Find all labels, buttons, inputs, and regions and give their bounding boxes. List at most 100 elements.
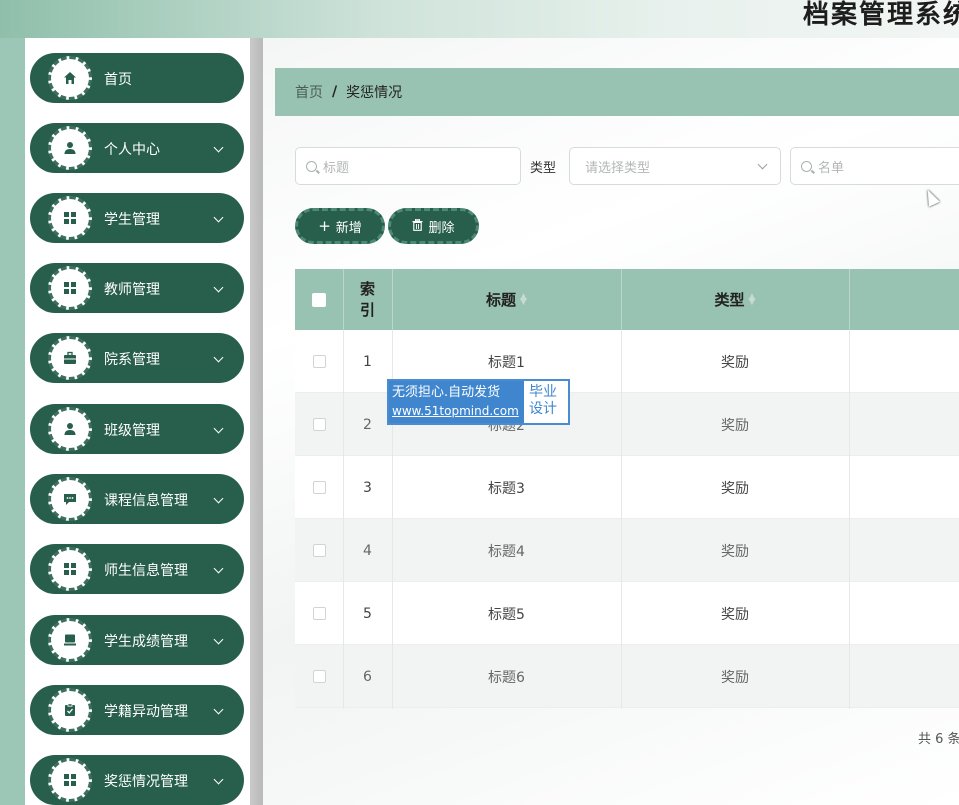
sidebar-item-label: 学籍异动管理 <box>104 704 188 720</box>
sidebar-item-label: 个人中心 <box>104 142 160 158</box>
sidebar-item-grades[interactable]: 学生成绩管理 <box>30 615 244 665</box>
briefcase-icon <box>48 336 92 380</box>
sidebar-item-label: 奖惩情况管理 <box>104 774 188 790</box>
title-placeholder: 标题 <box>323 160 350 176</box>
type-placeholder: 请选择类型 <box>585 160 651 176</box>
breadcrumb: 首页 / 奖惩情况 <box>275 68 959 116</box>
delete-button-label: 删除 <box>428 220 455 236</box>
type-select[interactable]: 请选择类型 <box>569 147 781 185</box>
sidebar-item-courses[interactable]: 课程信息管理 <box>30 474 244 524</box>
sidebar-accent <box>0 38 25 805</box>
watermark-line2: www.51topmind.com <box>392 404 519 418</box>
watermark-right1: 毕业 <box>529 384 557 400</box>
monitor-icon <box>48 618 92 662</box>
pagination-total: 共 6 条 <box>918 732 959 747</box>
sidebar-divider <box>250 38 263 805</box>
search-icon <box>801 160 812 172</box>
cell-title: 标题4 <box>488 543 525 560</box>
type-filter-label: 类型 <box>530 161 557 176</box>
sort-icon[interactable]: ▲ ▼ <box>749 292 756 306</box>
cell-title: 标题3 <box>488 480 525 497</box>
clipboard-icon <box>48 688 92 732</box>
cell-type: 奖励 <box>721 480 749 497</box>
header-index: 索引 <box>359 279 375 319</box>
title-search-input[interactable]: 标题 <box>295 147 521 185</box>
cell-title: 标题1 <box>488 354 525 371</box>
grid-icon <box>48 758 92 802</box>
breadcrumb-home[interactable]: 首页 <box>295 82 323 102</box>
table-header: 索引 标题 ▲▼ 类型 ▲▼ 名单 <box>295 269 959 330</box>
sidebar-item-teacher-student[interactable]: 师生信息管理 <box>30 544 244 594</box>
chevron-down-icon <box>213 352 224 363</box>
cell-type: 奖励 <box>721 417 749 434</box>
table-row[interactable]: 3 标题3 奖励 名 <box>295 456 959 519</box>
sidebar-item-students[interactable]: 学生管理 <box>30 193 244 243</box>
cell-index: 4 <box>363 542 372 559</box>
sidebar-item-label: 学生成绩管理 <box>104 634 188 650</box>
column-divider <box>621 330 622 709</box>
row-checkbox[interactable] <box>312 670 326 683</box>
column-divider <box>343 330 344 709</box>
breadcrumb-separator: / <box>332 84 338 100</box>
sidebar-item-profile[interactable]: 个人中心 <box>30 123 244 173</box>
app-title: 档案管理系统 <box>802 0 959 30</box>
row-checkbox[interactable] <box>312 355 326 368</box>
plus-icon: + <box>318 217 331 235</box>
sidebar-item-label: 班级管理 <box>104 423 160 439</box>
sidebar-item-teachers[interactable]: 教师管理 <box>30 263 244 313</box>
select-all-cell[interactable] <box>295 269 343 330</box>
cell-index: 5 <box>363 605 372 622</box>
select-all-checkbox[interactable] <box>312 292 326 307</box>
user-icon <box>48 407 92 451</box>
sidebar-item-label: 课程信息管理 <box>104 493 188 509</box>
chevron-down-icon <box>213 634 224 645</box>
chevron-down-icon <box>213 282 224 293</box>
table-row[interactable]: 6 标题6 奖励 名 <box>295 645 959 708</box>
grid-icon <box>48 196 92 240</box>
sidebar-item-label: 首页 <box>104 72 132 88</box>
add-button[interactable]: + 新增 <box>295 208 385 244</box>
cell-title: 标题6 <box>488 669 525 686</box>
trash-icon <box>412 217 423 235</box>
chevron-down-icon <box>213 142 224 153</box>
sidebar-item-rewards[interactable]: 奖惩情况管理 <box>30 755 244 805</box>
sort-icon[interactable]: ▲ ▼ <box>520 292 527 306</box>
sidebar: 首页 个人中心 学生管理 教师管理 院系管理 班级管理 课程信息管理 师生信息管… <box>25 38 250 805</box>
home-icon <box>48 56 92 100</box>
list-search-input[interactable]: 名单 <box>790 147 959 185</box>
chevron-down-icon <box>213 563 224 574</box>
sidebar-item-home[interactable]: 首页 <box>30 53 244 103</box>
sidebar-item-enrollment-changes[interactable]: 学籍异动管理 <box>30 685 244 735</box>
table-row[interactable]: 5 标题5 奖励 名 <box>295 582 959 645</box>
main-content: 首页 / 奖惩情况 标题 类型 请选择类型 名单 + 新增 删除 索引 标题 ▲… <box>263 38 959 805</box>
grid-icon <box>48 266 92 310</box>
sidebar-item-classes[interactable]: 班级管理 <box>30 404 244 454</box>
row-checkbox[interactable] <box>312 544 326 557</box>
header-type[interactable]: 类型 ▲ ▼ <box>621 269 849 330</box>
header-title[interactable]: 标题 ▲ ▼ <box>392 269 621 330</box>
sidebar-item-label: 师生信息管理 <box>104 563 188 579</box>
watermark-right2: 设计 <box>529 401 557 417</box>
cell-index: 1 <box>363 353 372 370</box>
header-list[interactable]: 名单 <box>849 269 959 330</box>
chevron-down-icon <box>213 423 224 434</box>
sidebar-item-label: 学生管理 <box>104 212 160 228</box>
chat-icon <box>48 477 92 521</box>
row-checkbox[interactable] <box>312 418 326 431</box>
sidebar-item-departments[interactable]: 院系管理 <box>30 333 244 383</box>
sidebar-item-label: 教师管理 <box>104 282 160 298</box>
row-checkbox[interactable] <box>312 607 326 620</box>
add-button-label: 新增 <box>335 220 362 236</box>
watermark-banner: 无须担心.自动发货 www.51topmind.com 毕业 设计 <box>387 379 570 425</box>
watermark-line1: 无须担心.自动发货 <box>392 385 501 400</box>
user-icon <box>48 126 92 170</box>
breadcrumb-current: 奖惩情况 <box>346 85 403 101</box>
table-row[interactable]: 4 标题4 奖励 名 <box>295 519 959 582</box>
cell-type: 奖励 <box>721 669 749 686</box>
chevron-down-icon <box>213 212 224 223</box>
delete-button[interactable]: 删除 <box>388 208 479 244</box>
list-placeholder: 名单 <box>818 160 845 176</box>
chevron-down-icon <box>213 774 224 785</box>
grid-icon <box>48 547 92 591</box>
row-checkbox[interactable] <box>312 481 326 494</box>
